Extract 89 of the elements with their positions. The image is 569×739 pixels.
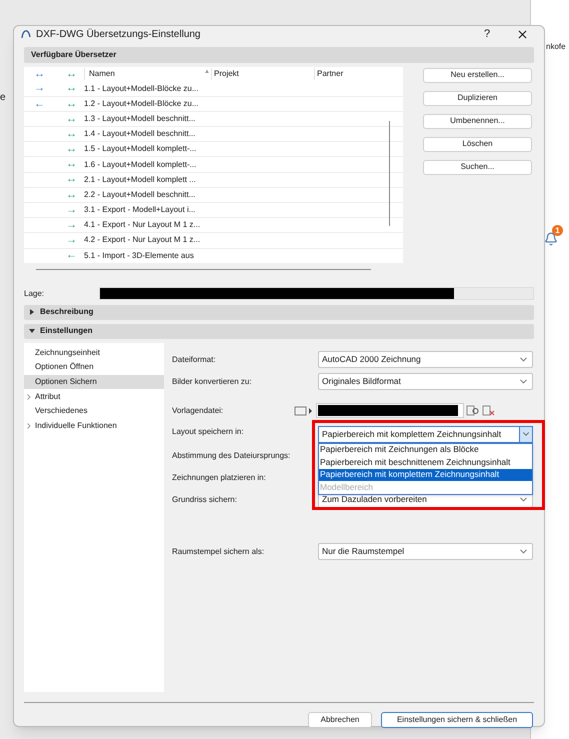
dropdown-option[interactable]: Papierbereich mit Zeichnungen als Blöcke <box>319 444 532 456</box>
translator-row[interactable]: ← ↔ 1.2 - Layout+Modell-Blöcke zu... <box>24 96 403 112</box>
mode-cell: ↔ <box>66 158 77 170</box>
name-cell: 1.6 - Layout+Modell komplett-... <box>84 158 196 171</box>
translator-row[interactable]: ↔ 2.2 - Layout+Modell beschnitt... <box>24 188 403 203</box>
name-cell: 3.1 - Export - Modell+Layout i... <box>84 204 196 216</box>
browse-icon[interactable] <box>466 404 480 417</box>
dropdown-toggle[interactable] <box>519 426 532 442</box>
translator-row[interactable]: ↔ 1.3 - Layout+Modell beschnitt... <box>24 112 403 128</box>
location-label: Lage: <box>24 288 46 300</box>
mode-cell: → <box>66 234 77 246</box>
name-cell: 1.1 - Layout+Modell-Blöcke zu... <box>84 82 199 95</box>
translator-row[interactable]: ↔ 1.5 - Layout+Modell komplett-... <box>24 142 403 158</box>
clear-icon[interactable] <box>482 404 496 417</box>
field-label: Layout speichern in: <box>172 426 245 438</box>
action-button[interactable]: Suchen... <box>423 160 532 174</box>
help-button[interactable]: ? <box>477 26 497 42</box>
mode-cell: ↔ <box>66 112 77 125</box>
translator-row[interactable]: → ↔ 1.1 - Layout+Modell-Blöcke zu... <box>24 82 403 97</box>
field-label: Dateiformat: <box>172 354 217 366</box>
translator-row[interactable]: ↔ 2.1 - Layout+Modell komplett ... <box>24 172 403 188</box>
field-label: Bilder konvertieren zu: <box>172 376 253 388</box>
cancel-button[interactable]: Abbrechen <box>308 712 372 728</box>
dropdown-option[interactable]: Papierbereich mit beschnittenem Zeichnungsinhalt <box>319 456 532 468</box>
column-header[interactable]: Partner <box>314 68 384 80</box>
section-header: Verfügbare Übersetzer <box>24 46 534 62</box>
name-cell: 2.1 - Layout+Modell komplett ... <box>84 174 196 186</box>
direction-cell: ← <box>34 98 45 110</box>
name-cell: 1.5 - Layout+Modell komplett-... <box>84 143 196 156</box>
dropdown[interactable]: AutoCAD 2000 Zeichnung <box>318 351 533 368</box>
mode-cell: ← <box>66 249 77 262</box>
action-button[interactable]: Umbenennen... <box>423 114 532 128</box>
name-cell: 1.4 - Layout+Modell beschnitt... <box>84 128 196 140</box>
section-header[interactable]: Einstellungen <box>24 324 534 338</box>
tree-item[interactable]: Zeichnungseinheit <box>24 346 164 360</box>
action-button[interactable]: Neu erstellen... <box>423 68 532 82</box>
translator-row[interactable]: → 4.2 - Export - Nur Layout M 1 z... <box>24 233 403 249</box>
tree-item[interactable]: Individuelle Funktionen <box>24 418 164 434</box>
window-title: DXF-DWG Übersetzungs-Einstellung <box>36 28 202 42</box>
tree-item[interactable]: Verschiedenes <box>24 404 164 418</box>
app-logo-icon <box>21 29 31 40</box>
field-label: Abstimmung des Dateiursprungs: <box>172 450 292 462</box>
field-label: Zeichnungen platzieren in: <box>172 472 267 484</box>
mode-cell: ↔ <box>66 143 77 156</box>
chevron-right-icon <box>27 422 31 429</box>
section-header[interactable]: Beschreibung <box>24 304 534 320</box>
mode-cell: → <box>66 204 77 216</box>
field-label: Grundriss sichern: <box>172 494 238 506</box>
template-field[interactable] <box>316 403 464 418</box>
translator-row[interactable]: ↔ 1.6 - Layout+Modell komplett-... <box>24 157 403 173</box>
name-cell: 4.1 - Export - Nur Layout M 1 z... <box>84 219 200 232</box>
dropdown[interactable]: Papierbereich mit komplettem Zeichnungsinhalt <box>318 426 533 442</box>
mode-cell: → <box>66 219 77 232</box>
dropdown[interactable]: Originales Bildformat <box>318 373 533 390</box>
name-cell: 1.2 - Layout+Modell-Blöcke zu... <box>84 98 199 110</box>
side-label: e <box>0 91 6 105</box>
mode-cell: ↔ <box>66 82 77 94</box>
column-header[interactable]: ↔ <box>24 66 54 82</box>
tab-label: nkofe <box>546 41 566 53</box>
expanded-triangle-icon <box>29 328 35 334</box>
column-header[interactable]: Projekt <box>211 68 314 80</box>
mode-cell: ↔ <box>66 173 77 186</box>
tree-item[interactable]: Optionen Öffnen <box>24 360 164 375</box>
dropdown-option[interactable]: Papierbereich mit komplettem Zeichnungsinhalt <box>319 468 532 481</box>
translator-row[interactable]: → 3.1 - Export - Modell+Layout i... <box>24 203 403 218</box>
translator-row[interactable]: ← 5.1 - Import - 3D-Elemente aus <box>24 248 403 262</box>
chevron-right-icon <box>27 394 31 400</box>
save-close-button[interactable]: Einstellungen sichern & schließen <box>381 712 533 728</box>
direction-cell: → <box>34 82 45 94</box>
field-label: Raumstempel sichern als: <box>172 546 266 558</box>
mode-cell: ↔ <box>66 188 77 201</box>
name-cell: 2.2 - Layout+Modell beschnitt... <box>84 188 196 201</box>
mode-cell: ↔ <box>66 128 77 140</box>
name-cell: 4.2 - Export - Nur Layout M 1 z... <box>84 234 200 246</box>
action-button[interactable]: Duplizieren <box>423 90 532 106</box>
name-cell: 1.3 - Layout+Modell beschnitt... <box>84 112 196 125</box>
field-label: Vorlagendatei: <box>172 404 224 416</box>
translator-row[interactable]: → 4.1 - Export - Nur Layout M 1 z... <box>24 218 403 234</box>
tree-item[interactable]: Optionen Sichern <box>24 374 164 390</box>
collapsed-triangle-icon <box>29 309 35 315</box>
dropdown[interactable]: Nur die Raumstempel <box>318 543 533 560</box>
close-icon[interactable] <box>516 28 529 41</box>
mode-cell: ↔ <box>66 98 77 110</box>
action-button[interactable]: Löschen <box>423 136 532 152</box>
tree-item[interactable]: Attribut <box>24 389 164 404</box>
folder-icon[interactable] <box>294 404 314 416</box>
name-cell: 5.1 - Import - 3D-Elemente aus <box>84 250 194 262</box>
bell-icon[interactable] <box>544 232 558 246</box>
translator-row[interactable]: ↔ 1.4 - Layout+Modell beschnitt... <box>24 127 403 142</box>
